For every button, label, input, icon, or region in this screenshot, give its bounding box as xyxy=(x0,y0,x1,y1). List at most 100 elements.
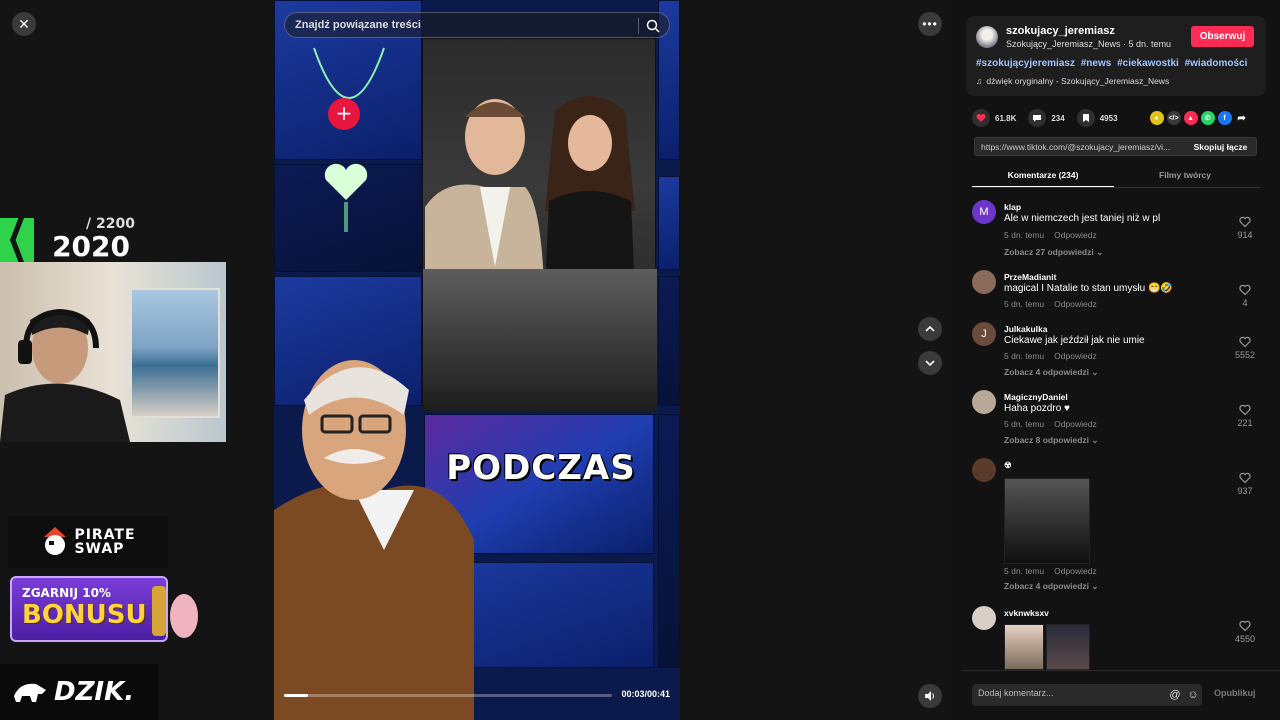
comment-username[interactable]: MagicznyDaniel xyxy=(1004,392,1068,402)
whatsapp-icon[interactable]: ✆ xyxy=(1200,111,1215,125)
hashtag-link[interactable]: #ciekawostki xyxy=(1117,58,1179,69)
coin-share-icon[interactable]: ● xyxy=(1149,111,1164,125)
reply-button[interactable]: Odpowiedz xyxy=(1054,299,1097,309)
view-replies-link[interactable]: Zobacz 4 odpowiedzi ⌄ xyxy=(1004,581,1099,592)
comment-composer[interactable]: @ ☺ xyxy=(972,684,1202,706)
sound-link[interactable]: ♫ dźwięk oryginalny - Szokujący_Jeremias… xyxy=(976,76,1169,86)
comment-avatar[interactable] xyxy=(972,270,996,294)
tab-comments[interactable]: Komentarze (234) xyxy=(972,164,1114,187)
heart-outline-icon xyxy=(1239,284,1251,296)
previous-video-button[interactable] xyxy=(918,317,942,341)
heart-graphic-icon xyxy=(324,163,368,232)
reply-button[interactable]: Odpowiedz xyxy=(1054,230,1097,240)
comment-like[interactable]: 221 xyxy=(1230,404,1260,428)
pirate-logo-icon xyxy=(44,527,67,555)
follow-button[interactable]: Obserwuj xyxy=(1191,26,1254,47)
facebook-icon[interactable]: f xyxy=(1217,111,1232,125)
related-search-input[interactable] xyxy=(295,19,635,31)
dzik-sponsor[interactable]: DZIK. xyxy=(0,664,158,720)
comment-like[interactable]: 914 xyxy=(1230,216,1260,240)
overlay-year: 2020 xyxy=(34,230,134,263)
embed-icon[interactable]: </> xyxy=(1166,111,1181,125)
comment-like-count: 914 xyxy=(1237,230,1253,240)
comment-username[interactable]: PrzeMadianit xyxy=(1004,272,1056,282)
like-action[interactable]: 61.8K xyxy=(972,109,1016,127)
heart-outline-icon xyxy=(1239,336,1251,348)
music-note-icon: ♫ xyxy=(976,76,983,86)
comment-time: 5 dn. temu xyxy=(1004,419,1045,429)
comment-like[interactable]: 937 xyxy=(1230,472,1260,496)
pirate-swap-sponsor[interactable]: PIRATE SWAP xyxy=(8,516,168,568)
view-replies-link[interactable]: Zobacz 27 odpowiedzi ⌄ xyxy=(1004,247,1103,258)
comment-text: Haha pozdro ♥ xyxy=(1004,403,1070,414)
comment-count: 234 xyxy=(1051,113,1065,123)
more-options-button[interactable]: ••• xyxy=(918,12,942,36)
comment-image[interactable] xyxy=(1004,478,1090,564)
chevron-down-icon: ⌄ xyxy=(1091,581,1099,591)
comment-meta: 5 dn. temu Odpowiedz xyxy=(1004,299,1097,309)
mention-icon[interactable]: @ xyxy=(1168,688,1182,702)
comment-image[interactable] xyxy=(1004,624,1044,670)
save-action[interactable]: 4953 xyxy=(1076,109,1118,127)
comment-action[interactable]: 234 xyxy=(1028,109,1065,127)
comment-like[interactable]: 4550 xyxy=(1230,620,1260,644)
view-replies-link[interactable]: Zobacz 4 odpowiedzi ⌄ xyxy=(1004,367,1099,378)
video-progress-bar[interactable] xyxy=(284,694,612,697)
share-url[interactable]: https://www.tiktok.com/@szokujacy_jeremi… xyxy=(981,142,1179,152)
comment-username[interactable]: ☢ xyxy=(1004,460,1012,471)
reply-button[interactable]: Odpowiedz xyxy=(1054,419,1097,429)
send-icon[interactable]: ▲ xyxy=(1183,111,1198,125)
close-button[interactable]: ✕ xyxy=(12,12,36,36)
author-username[interactable]: szokujacy_jeremiasz xyxy=(1006,25,1115,37)
chevron-down-icon: ⌄ xyxy=(1091,367,1099,377)
comment-like-count: 221 xyxy=(1237,418,1253,428)
ellipsis-icon: ••• xyxy=(922,17,938,31)
emoji-icon[interactable]: ☺ xyxy=(1186,688,1200,702)
comment-meta: 5 dn. temu Odpowiedz xyxy=(1004,419,1097,429)
video-player[interactable]: + PODCZAS Znajdź powiązane treści 00:03/… xyxy=(274,0,680,720)
comment-avatar[interactable]: M xyxy=(972,200,996,224)
comment-text: magical I Natalie to stan umysłu 😁🤣 xyxy=(1004,283,1173,294)
comment-item: M klap Ale w niemczech jest taniej niż w… xyxy=(972,198,1262,260)
comment-image[interactable] xyxy=(1046,624,1090,670)
comment-avatar[interactable] xyxy=(972,458,996,482)
next-video-button[interactable] xyxy=(918,351,942,375)
author-avatar[interactable] xyxy=(976,26,998,48)
chevron-down-icon: ⌄ xyxy=(1091,435,1099,445)
comment-like[interactable]: 5552 xyxy=(1230,336,1260,360)
publish-button[interactable]: Opublikuj xyxy=(1214,688,1256,698)
video-tile xyxy=(658,176,680,270)
tab-creator-videos[interactable]: Filmy twórcy xyxy=(1114,164,1256,187)
volume-button[interactable] xyxy=(918,684,942,708)
comment-username[interactable]: xvknwksxv xyxy=(1004,608,1049,618)
dzik-label: DZIK. xyxy=(54,677,135,707)
comment-like-count: 937 xyxy=(1237,486,1253,496)
comment-username[interactable]: klap xyxy=(1004,202,1021,212)
hashtag-link[interactable]: #szokującyjeremiasz xyxy=(976,58,1075,69)
comment-avatar[interactable]: J xyxy=(972,322,996,346)
reply-button[interactable]: Odpowiedz xyxy=(1054,351,1097,361)
comment-item: ☢ 5 dn. temu Odpowiedz Zobacz 4 odpowied… xyxy=(972,456,1262,596)
comment-input[interactable] xyxy=(978,688,1168,698)
comment-item: MagicznyDaniel Haha pozdro ♥ 5 dn. temu … xyxy=(972,388,1262,450)
heart-icon xyxy=(972,109,990,127)
copy-link-button[interactable]: Skopiuj łącze xyxy=(1183,138,1258,155)
comment-like-count: 4 xyxy=(1242,298,1248,308)
comment-time: 5 dn. temu xyxy=(1004,230,1045,240)
action-bar: 61.8K 234 4953 ● </> ▲ ✆ f ➦ xyxy=(972,108,1262,128)
hashtag-link[interactable]: #news xyxy=(1081,58,1112,69)
related-search-bar[interactable] xyxy=(284,12,670,38)
comment-avatar[interactable] xyxy=(972,390,996,414)
search-icon[interactable] xyxy=(645,18,661,34)
bonus-sponsor[interactable]: ZGARNIJ 10% BONUSU xyxy=(10,576,200,644)
sound-label: dźwięk oryginalny - Szokujący_Jeremiasz_… xyxy=(986,76,1170,86)
comment-like[interactable]: 4 xyxy=(1230,284,1260,308)
comment-avatar[interactable] xyxy=(972,606,996,630)
comment-username[interactable]: Julkakulka xyxy=(1004,324,1047,334)
hashtag-link[interactable]: #wiadomości xyxy=(1185,58,1248,69)
heart-outline-icon xyxy=(1239,404,1251,416)
save-count: 4953 xyxy=(1099,113,1118,123)
reply-button[interactable]: Odpowiedz xyxy=(1054,566,1097,576)
share-arrow-icon[interactable]: ➦ xyxy=(1235,111,1249,125)
view-replies-link[interactable]: Zobacz 8 odpowiedzi ⌄ xyxy=(1004,435,1099,446)
